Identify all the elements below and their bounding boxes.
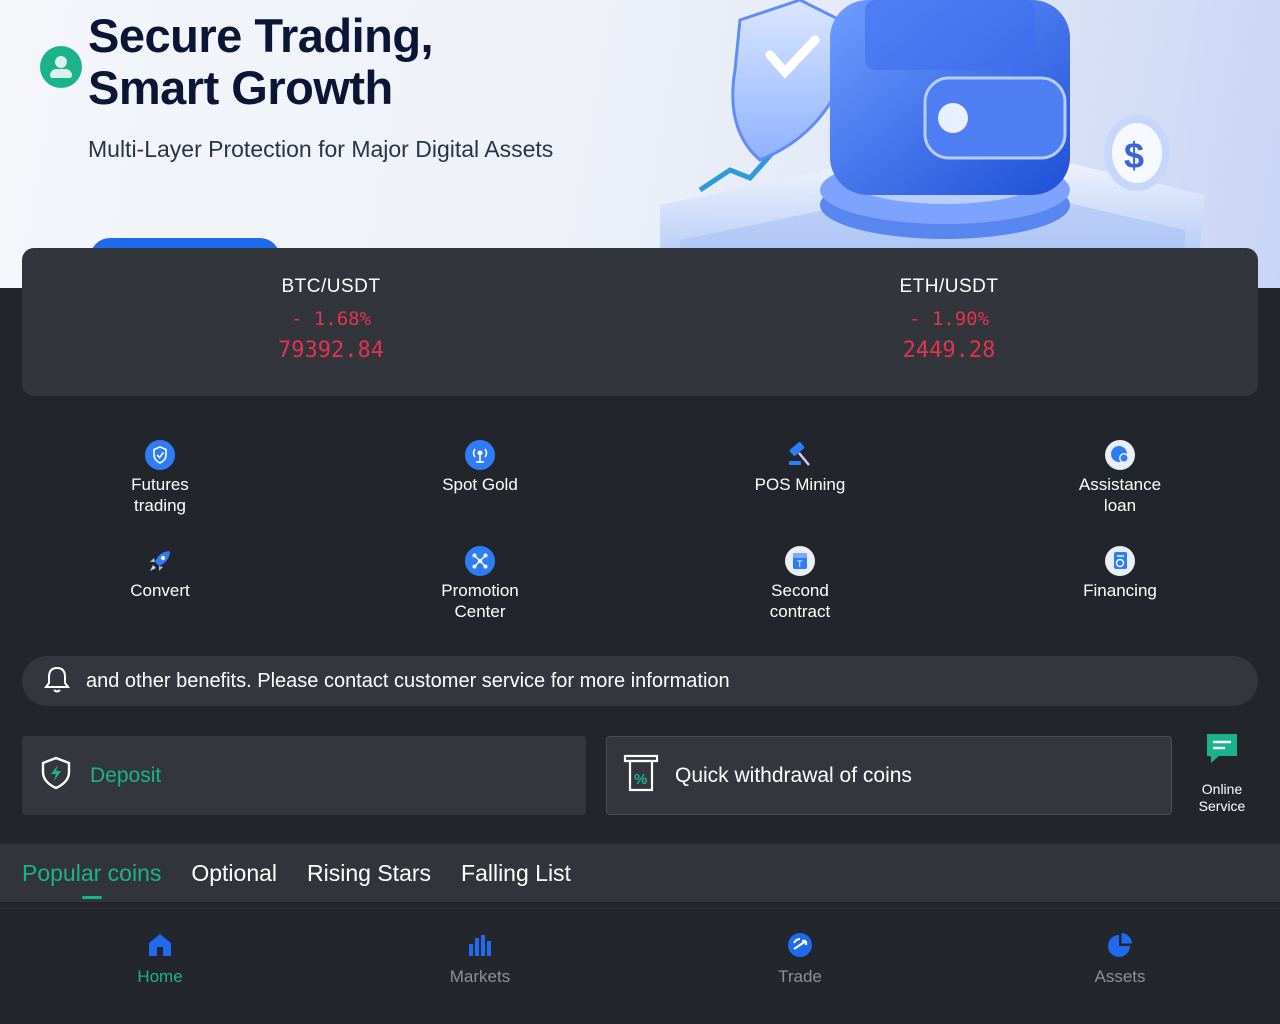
- deposit-label: Deposit: [90, 763, 162, 787]
- banner-subtitle: Multi-Layer Protection for Major Digital…: [88, 136, 554, 162]
- notice-bar[interactable]: and other benefits. Please contact custo…: [22, 656, 1258, 706]
- feature-promotion-center[interactable]: Promotion Center: [320, 546, 640, 622]
- profile-avatar-icon[interactable]: [40, 46, 82, 88]
- ticker-item-eth[interactable]: ETH/USDT - 1.90% 2449.28: [640, 248, 1258, 396]
- rocket-icon: [145, 546, 175, 576]
- ticker-change: - 1.68%: [290, 308, 372, 330]
- market-ticker: BTC/USDT - 1.68% 79392.84 ETH/USDT - 1.9…: [22, 248, 1258, 396]
- svg-text:%: %: [634, 771, 647, 788]
- trade-icon: [786, 931, 814, 959]
- feature-grid: Futures trading Spot Gold POS Mining Ass…: [0, 440, 1280, 622]
- feature-futures-trading[interactable]: Futures trading: [0, 440, 320, 516]
- feature-label: Convert: [130, 581, 190, 600]
- ticker-item-btc[interactable]: BTC/USDT - 1.68% 79392.84: [22, 248, 640, 396]
- nav-label: Home: [137, 967, 183, 986]
- wallet-shield-illustration: $: [660, 0, 1205, 248]
- withdraw-icon: %: [623, 753, 659, 798]
- tab-rising-stars[interactable]: Rising Stars: [307, 860, 431, 887]
- banner-title: Secure Trading, Smart Growth: [88, 9, 434, 114]
- tab-optional[interactable]: Optional: [191, 860, 277, 887]
- svg-text:T: T: [797, 559, 803, 569]
- feature-convert[interactable]: Convert: [0, 546, 320, 622]
- promo-banner[interactable]: Secure Trading, Smart Growth Multi-Layer…: [0, 0, 1280, 288]
- broadcast-icon: [465, 440, 495, 470]
- feature-label: POS Mining: [754, 475, 846, 494]
- feature-label: Assistance loan: [1078, 475, 1162, 515]
- feature-financing[interactable]: Financing: [960, 546, 1280, 622]
- tab-falling-list[interactable]: Falling List: [461, 860, 571, 887]
- coin-list-tabs: Popular coins Optional Rising Stars Fall…: [0, 844, 1280, 902]
- nav-label: Markets: [449, 967, 511, 986]
- ticker-price: 79392.84: [278, 338, 384, 363]
- nav-label: Assets: [1094, 967, 1146, 986]
- feature-assistance-loan[interactable]: Assistance loan: [960, 440, 1280, 516]
- bottom-navigation: Home Markets Trade Assets: [0, 908, 1280, 1024]
- withdrawal-label: Quick withdrawal of coins: [675, 763, 912, 787]
- nav-trade[interactable]: Trade: [640, 909, 960, 1024]
- feature-label: Spot Gold: [442, 475, 518, 494]
- chat-icon: [1205, 734, 1239, 770]
- network-icon: [465, 546, 495, 576]
- feature-label: Financing: [1083, 581, 1157, 600]
- notice-text: and other benefits. Please contact custo…: [86, 669, 730, 692]
- online-service-label: Online Service: [1198, 781, 1246, 814]
- online-service-button[interactable]: Online Service: [1190, 732, 1254, 815]
- quick-withdrawal-button[interactable]: % Quick withdrawal of coins: [606, 736, 1172, 815]
- ticker-change: - 1.90%: [908, 308, 990, 330]
- contract-icon: T: [785, 546, 815, 576]
- feature-second-contract[interactable]: T Second contract: [640, 546, 960, 622]
- hammer-icon: [785, 440, 815, 470]
- bell-icon: [42, 664, 72, 699]
- feature-label: Promotion Center: [441, 581, 519, 621]
- home-icon: [146, 931, 174, 959]
- svg-text:$: $: [1124, 135, 1144, 176]
- ticker-pair: BTC/USDT: [281, 276, 381, 297]
- finance-doc-icon: [1105, 546, 1135, 576]
- tab-popular-coins[interactable]: Popular coins: [22, 860, 161, 899]
- deposit-button[interactable]: Deposit: [22, 736, 586, 815]
- feature-spot-gold[interactable]: Spot Gold: [320, 440, 640, 516]
- bar-chart-icon: [466, 931, 494, 959]
- shield-check-icon: [145, 440, 175, 470]
- feature-label: Futures trading: [131, 475, 189, 515]
- feature-label: Second contract: [769, 581, 831, 621]
- nav-label: Trade: [778, 967, 822, 986]
- pie-chart-icon: [1106, 931, 1134, 959]
- ticker-pair: ETH/USDT: [899, 276, 999, 297]
- nav-markets[interactable]: Markets: [320, 909, 640, 1024]
- feature-pos-mining[interactable]: POS Mining: [640, 440, 960, 516]
- nav-home[interactable]: Home: [0, 909, 320, 1024]
- ticker-price: 2449.28: [902, 338, 996, 363]
- coin-icon: [1105, 440, 1135, 470]
- nav-assets[interactable]: Assets: [960, 909, 1280, 1024]
- shield-bolt-icon: [38, 755, 74, 796]
